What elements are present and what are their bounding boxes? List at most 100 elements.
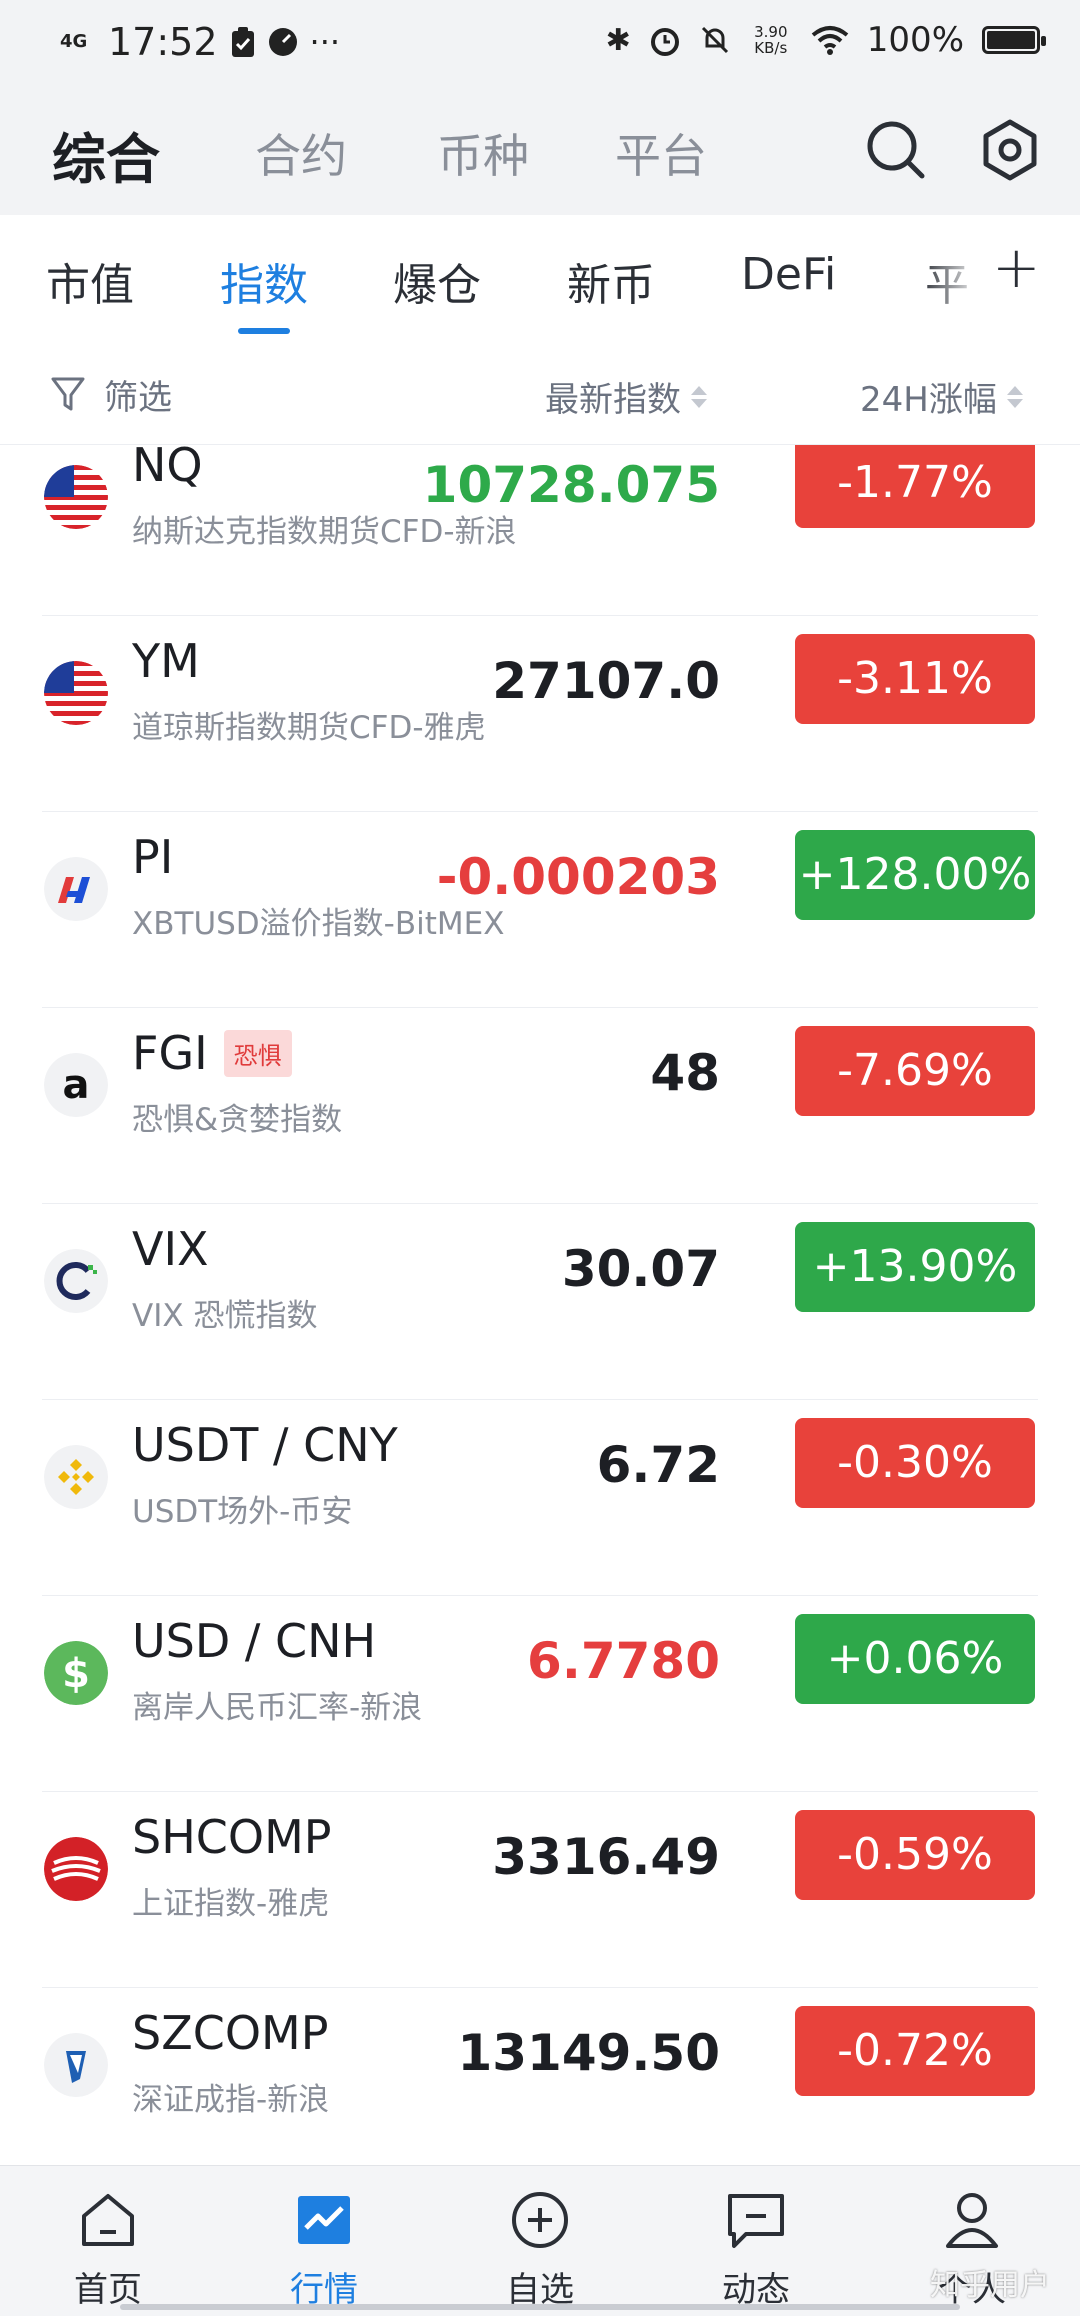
cboe-icon: [44, 1249, 108, 1313]
network-indicator: 4G: [60, 31, 88, 52]
latest-index-value: 6.7780: [527, 1632, 720, 1690]
clipboard-icon: [231, 27, 254, 57]
status-time: 17:52: [108, 20, 218, 64]
symbol: USD / CNH: [132, 1614, 377, 1668]
mute-icon: [701, 26, 728, 54]
description: 离岸人民币汇率-新浪: [132, 1690, 423, 1726]
list-item[interactable]: NQ 纳斯达克指数期货CFD-新浪 10728.075 -1.77%: [0, 445, 1080, 616]
symbol: SHCOMP: [132, 1810, 332, 1864]
sort-by-change[interactable]: 24H涨幅: [860, 372, 1023, 421]
description: VIX 恐慌指数: [132, 1298, 318, 1334]
change-badge: -1.77%: [795, 445, 1035, 528]
battery-icon: [982, 26, 1046, 54]
sort-icon: [1006, 385, 1023, 408]
filter-label: 筛选: [104, 378, 172, 418]
subtab-liquidation[interactable]: 爆仓: [393, 249, 481, 313]
subtab-index[interactable]: 指数: [220, 249, 308, 313]
bluetooth-icon: ✱: [605, 22, 631, 58]
home-indicator[interactable]: [120, 2304, 960, 2310]
dollar-icon: $: [44, 1641, 108, 1705]
list-item[interactable]: a FGI 恐惧 恐惧&贪婪指数 48 -7.69%: [0, 1008, 1080, 1204]
change-column-header: 24H涨幅: [860, 380, 997, 420]
change-badge: -0.30%: [795, 1418, 1035, 1508]
binance-icon: [44, 1445, 108, 1509]
sse-icon: [44, 1837, 108, 1901]
change-badge: -0.72%: [795, 2006, 1035, 2096]
list-item[interactable]: $ USD / CNH 离岸人民币汇率-新浪 6.7780 +0.06%: [0, 1596, 1080, 1792]
index-list: NQ 纳斯达克指数期货CFD-新浪 10728.075 -1.77% YM 道琼…: [0, 445, 1080, 2165]
sub-tabs: 市值 指数 爆仓 新币 DeFi 平 +: [0, 215, 1080, 340]
wifi-icon: [811, 26, 849, 55]
change-badge: +0.06%: [795, 1614, 1035, 1704]
change-badge: -3.11%: [795, 634, 1035, 724]
description: 道琼斯指数期货CFD-雅虎: [132, 710, 486, 746]
message-icon: [728, 2194, 784, 2248]
home-icon: [82, 2194, 134, 2246]
top-nav: 综合 合约 币种 平台: [0, 80, 1080, 215]
symbol: FGI: [132, 1026, 208, 1080]
list-item[interactable]: YM 道琼斯指数期货CFD-雅虎 27107.0 -3.11%: [0, 616, 1080, 812]
filter-icon: [51, 377, 85, 410]
latest-index-value: 3316.49: [492, 1828, 720, 1886]
description: 恐惧&贪婪指数: [132, 1102, 343, 1138]
battery-percent: 100%: [866, 20, 964, 60]
description: USDT场外-币安: [132, 1494, 353, 1530]
us-flag-icon: [44, 661, 108, 725]
svg-text:a: a: [63, 1062, 90, 1108]
list-item[interactable]: USDT / CNY USDT场外-币安 6.72 -0.30%: [0, 1400, 1080, 1596]
user-icon: [946, 2193, 998, 2248]
price-column-header: 最新指数: [545, 380, 681, 420]
symbol: PI: [132, 830, 174, 884]
nav-watchlist[interactable]: 自选: [480, 2188, 600, 2311]
watermark: 知乎用户: [930, 2268, 1050, 2303]
tab-zonghe[interactable]: 综合: [52, 115, 160, 194]
nav-feed[interactable]: 动态: [696, 2188, 816, 2311]
symbol: USDT / CNY: [132, 1418, 398, 1472]
latest-index-value: -0.000203: [436, 848, 720, 906]
latest-index-value: 6.72: [596, 1436, 720, 1494]
latest-index-value: 48: [650, 1044, 720, 1102]
list-item[interactable]: PI XBTUSD溢价指数-BitMEX -0.000203 +128.00%: [0, 812, 1080, 1008]
tab-bizhong[interactable]: 币种: [437, 120, 529, 186]
more-icon: ···: [309, 23, 341, 61]
change-badge: +128.00%: [795, 830, 1035, 920]
list-header: 筛选 最新指数 24H涨幅: [0, 340, 1080, 445]
symbol: NQ: [132, 445, 203, 492]
symbol: SZCOMP: [132, 2006, 329, 2060]
description: 深证成指-新浪: [132, 2082, 330, 2118]
status-bar: 4G 17:52 ··· ✱ 3.90 KB/s 100%: [0, 0, 1080, 80]
list-item[interactable]: SHCOMP 上证指数-雅虎 3316.49 -0.59%: [0, 1792, 1080, 1988]
sentiment-tag: 恐惧: [223, 1029, 292, 1077]
latest-index-value: 10728.075: [422, 456, 720, 514]
active-tab-indicator: [238, 328, 290, 334]
search-icon[interactable]: [864, 118, 928, 182]
subtab-market-cap[interactable]: 市值: [46, 249, 134, 313]
subtab-defi[interactable]: DeFi: [741, 249, 836, 300]
add-tab-button[interactable]: +: [992, 233, 1041, 301]
add-favorite-icon: [512, 2192, 568, 2248]
nav-market[interactable]: 行情: [264, 2188, 384, 2311]
latest-index-value: 27107.0: [492, 652, 720, 710]
nav-home[interactable]: 首页: [48, 2188, 168, 2311]
list-item[interactable]: VIX VIX 恐慌指数 30.07 +13.90%: [0, 1204, 1080, 1400]
subtab-new-coins[interactable]: 新币: [567, 249, 655, 313]
alarm-icon: [650, 28, 679, 56]
symbol: YM: [132, 634, 200, 688]
tab-heyue[interactable]: 合约: [255, 120, 347, 186]
description: 上证指数-雅虎: [132, 1886, 330, 1922]
latest-index-value: 30.07: [561, 1240, 720, 1298]
alternative-me-icon: a: [44, 1053, 108, 1117]
filter-button[interactable]: 筛选: [50, 370, 172, 419]
sort-by-price[interactable]: 最新指数: [545, 372, 707, 421]
latest-index-value: 13149.50: [457, 2024, 720, 2082]
sort-icon: [691, 385, 707, 408]
svg-text:$: $: [62, 1651, 90, 1697]
list-item[interactable]: SZCOMP 深证成指-新浪 13149.50 -0.72%: [0, 1988, 1080, 2165]
hexagon-settings-icon[interactable]: [978, 118, 1042, 182]
tab-pingtai[interactable]: 平台: [615, 120, 707, 186]
network-speed: 3.90 KB/s: [754, 23, 788, 57]
bottom-nav: 首页 行情 自选 动态 个人: [0, 2165, 1080, 2316]
bitmex-icon: [44, 857, 108, 921]
change-badge: -7.69%: [795, 1026, 1035, 1116]
speedometer-icon: [268, 28, 297, 56]
